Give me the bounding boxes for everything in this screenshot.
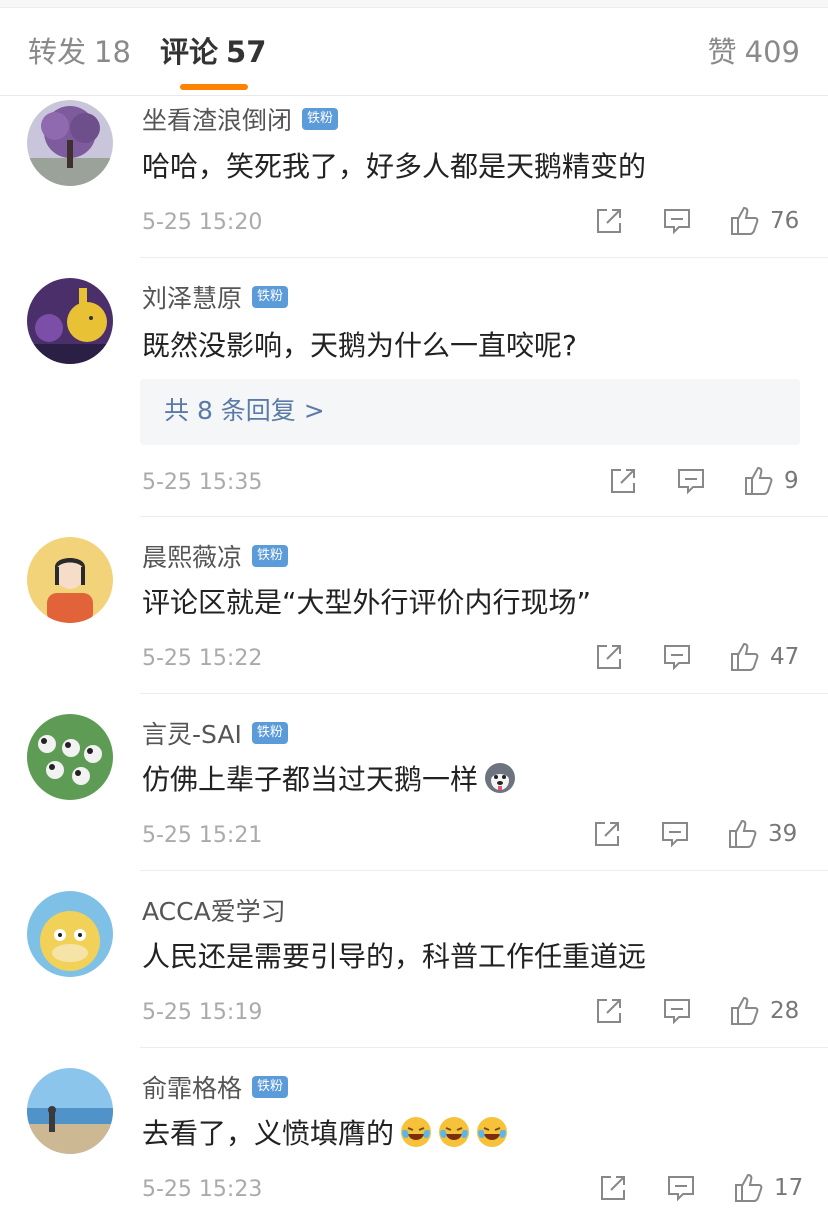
fan-badge: 铁粉: [252, 545, 289, 567]
comment-text: 评论区就是“大型外行评价内行现场”: [142, 586, 592, 619]
comment-icon[interactable]: [662, 642, 692, 676]
girl-avatar[interactable]: [27, 537, 113, 623]
username-text: 俞霏格格: [142, 1074, 243, 1103]
comment-username[interactable]: 坐看渣浪倒闭 铁粉: [142, 104, 339, 138]
tab-comments-count: 57: [226, 35, 267, 69]
tab-bar: 转发 18 评论 57 赞 409: [0, 8, 828, 96]
comment-username[interactable]: 俞霏格格 铁粉: [142, 1072, 289, 1106]
tree-avatar[interactable]: [27, 100, 113, 186]
like-count: 47: [770, 644, 800, 670]
cartoon-avatar[interactable]: [27, 278, 113, 364]
tab-likes[interactable]: 赞 409: [708, 32, 800, 72]
reply-summary-text: 共 8 条回复 >: [164, 396, 325, 425]
psyduck-avatar[interactable]: [27, 891, 113, 977]
comment-time: 5-25 15:21: [142, 823, 263, 848]
comment-username[interactable]: 晨熙薇凉 铁粉: [142, 541, 289, 575]
username-text: 言灵-SAI: [142, 720, 242, 749]
like-count: 76: [770, 208, 800, 234]
comment-username[interactable]: 言灵-SAI 铁粉: [142, 718, 288, 752]
thumbs-up-icon: [745, 466, 773, 495]
share-icon[interactable]: [594, 642, 624, 676]
tab-comments-label: 评论: [160, 35, 219, 69]
like-button[interactable]: 17: [732, 1171, 803, 1205]
comment-icon[interactable]: [662, 206, 692, 240]
comment-icon[interactable]: [676, 466, 706, 500]
like-button[interactable]: 39: [726, 817, 797, 851]
share-icon[interactable]: [598, 1173, 628, 1207]
comment-text: 人民还是需要引导的，科普工作任重道远: [142, 940, 647, 973]
fan-badge: 铁粉: [252, 1076, 289, 1098]
comment-item: 刘泽慧原 铁粉 既然没影响，天鹅为什么一直咬呢? 共 8 条回复 > 5-25 1…: [0, 258, 828, 517]
laugh-cry-emoji-icon: [438, 1116, 470, 1148]
like-button[interactable]: 47: [728, 640, 799, 674]
comment-time: 5-25 15:20: [142, 210, 263, 235]
comment-text: 既然没影响，天鹅为什么一直咬呢?: [142, 329, 577, 362]
share-icon[interactable]: [608, 466, 638, 500]
fan-badge: 铁粉: [251, 722, 288, 744]
username-text: ACCA爱学习: [142, 897, 286, 926]
comment-text-content: 仿佛上辈子都当过天鹅一样: [142, 763, 479, 796]
comment-text-content: 去看了，义愤填膺的: [142, 1117, 395, 1150]
beach-avatar[interactable]: [27, 1068, 113, 1154]
comment-username[interactable]: ACCA爱学习: [142, 895, 286, 929]
like-button[interactable]: 28: [728, 994, 799, 1028]
thumbs-up-icon: [731, 642, 759, 671]
comment-time: 5-25 15:35: [142, 470, 263, 495]
username-text: 刘泽慧原: [142, 284, 243, 313]
husky-emoji-icon: [484, 762, 516, 794]
username-text: 坐看渣浪倒闭: [142, 106, 293, 135]
tab-repost-label: 转发: [28, 35, 87, 69]
comment-item: 晨熙薇凉 铁粉 评论区就是“大型外行评价内行现场” 5-25 15:22 47: [0, 517, 828, 694]
tab-comments[interactable]: 评论 57: [160, 32, 266, 72]
comment-icon[interactable]: [662, 996, 692, 1030]
like-count: 28: [770, 998, 800, 1024]
comment-username[interactable]: 刘泽慧原 铁粉: [142, 282, 289, 316]
thumbs-up-icon: [731, 996, 759, 1025]
share-icon[interactable]: [594, 206, 624, 240]
comment-time: 5-25 15:19: [142, 1000, 263, 1025]
thumbs-up-icon: [729, 819, 757, 848]
like-count: 17: [774, 1175, 804, 1201]
comment-icon[interactable]: [660, 819, 690, 853]
share-icon[interactable]: [594, 996, 624, 1030]
pandas-avatar[interactable]: [27, 714, 113, 800]
reply-summary-link[interactable]: 共 8 条回复 >: [140, 379, 800, 445]
thumbs-up-icon: [731, 206, 759, 235]
comment-item: 坐看渣浪倒闭 铁粉 哈哈，笑死我了，好多人都是天鹅精变的 5-25 15:20 7…: [0, 96, 828, 258]
username-text: 晨熙薇凉: [142, 543, 243, 572]
comment-time: 5-25 15:22: [142, 646, 263, 671]
laugh-cry-emoji-icon: [476, 1116, 508, 1148]
comment-text: 哈哈，笑死我了，好多人都是天鹅精变的: [142, 150, 647, 183]
like-button[interactable]: 76: [728, 204, 799, 238]
comment-text: 去看了，义愤填膺的: [142, 1114, 508, 1154]
tab-likes-count: 409: [744, 35, 800, 69]
comment-item: 言灵-SAI 铁粉 仿佛上辈子都当过天鹅一样 5-25 15:21 39: [0, 694, 828, 871]
top-separator: [0, 0, 828, 8]
active-tab-indicator: [180, 84, 248, 90]
tab-repost-count: 18: [94, 35, 131, 69]
like-button[interactable]: 9: [742, 464, 799, 498]
like-count: 9: [784, 468, 799, 494]
thumbs-up-icon: [735, 1173, 763, 1202]
comment-text: 仿佛上辈子都当过天鹅一样: [142, 760, 516, 800]
comment-item: 俞霏格格 铁粉 去看了，义愤填膺的 5-25 15:23 17: [0, 1048, 828, 1222]
laugh-cry-emoji-icon: [400, 1116, 432, 1148]
comment-icon[interactable]: [666, 1173, 696, 1207]
fan-badge: 铁粉: [302, 108, 339, 130]
tab-likes-label: 赞: [707, 35, 737, 69]
like-count: 39: [768, 821, 798, 847]
tab-repost[interactable]: 转发 18: [28, 32, 131, 72]
comment-item: ACCA爱学习 人民还是需要引导的，科普工作任重道远 5-25 15:19 28: [0, 871, 828, 1048]
fan-badge: 铁粉: [252, 286, 289, 308]
comment-time: 5-25 15:23: [142, 1177, 263, 1202]
share-icon[interactable]: [592, 819, 622, 853]
